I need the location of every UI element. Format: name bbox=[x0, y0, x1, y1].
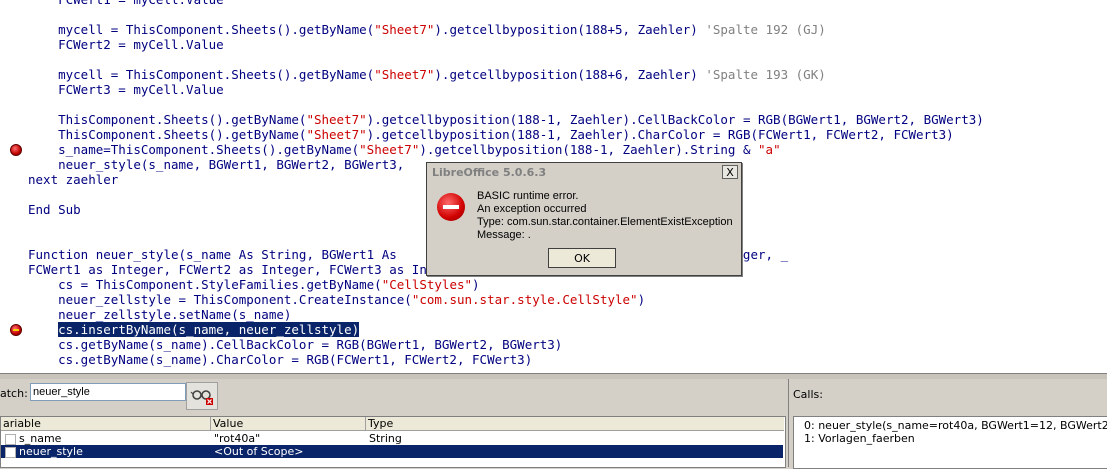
code-line-text: FCWert1 = myCell.Value bbox=[28, 0, 224, 7]
expand-box[interactable] bbox=[5, 434, 16, 445]
watch-variable-name: s_name bbox=[19, 432, 62, 445]
breakpoint-gutter[interactable] bbox=[0, 0, 28, 373]
code-line[interactable]: ThisComponent.Sheets().getByName("Sheet7… bbox=[28, 127, 954, 142]
remove-watch-button[interactable] bbox=[186, 382, 218, 410]
dialog-titlebar[interactable]: LibreOffice 5.0.6.3 X bbox=[427, 163, 741, 181]
watch-pane: atch: neuer_style ariable Value Type s_n… bbox=[0, 379, 786, 468]
code-line-text: mycell = ThisComponent.Sheets().getByNam… bbox=[28, 22, 826, 37]
watch-variable-type: String bbox=[369, 432, 402, 445]
code-line[interactable]: cs = ThisComponent.StyleFamilies.getByNa… bbox=[28, 277, 480, 292]
code-line-text: cs.insertByName(s_name, neuer_zellstyle) bbox=[58, 322, 360, 337]
column-header-value[interactable]: Value bbox=[211, 417, 366, 431]
watch-table[interactable]: ariable Value Type s_name "rot40a" Strin… bbox=[0, 416, 786, 468]
dialog-message-line: BASIC runtime error. bbox=[477, 190, 579, 202]
code-line[interactable]: neuer_zellstyle = ThisComponent.CreateIn… bbox=[28, 292, 645, 307]
close-button[interactable]: X bbox=[722, 165, 738, 179]
call-stack-list[interactable]: 0: neuer_style(s_name=rot40a, BGWert1=12… bbox=[793, 416, 1107, 469]
column-header-type[interactable]: Type bbox=[366, 417, 784, 431]
code-line[interactable]: mycell = ThisComponent.Sheets().getByNam… bbox=[28, 22, 826, 37]
code-line[interactable]: cs.getByName(s_name).CharColor = RGB(FCW… bbox=[28, 352, 532, 367]
error-icon bbox=[437, 193, 465, 221]
breakpoint-icon[interactable] bbox=[10, 324, 22, 336]
dialog-message-line: Type: com.sun.star.container.ElementExis… bbox=[477, 216, 733, 228]
code-line[interactable]: cs.getByName(s_name).CellBackColor = RGB… bbox=[28, 337, 562, 352]
dialog-message-line: An exception occurred bbox=[477, 203, 587, 215]
code-line-text: ThisComponent.Sheets().getByName("Sheet7… bbox=[28, 127, 954, 142]
code-line[interactable]: cs.insertByName(s_name, neuer_zellstyle) bbox=[28, 322, 360, 337]
code-line[interactable]: End Sub bbox=[28, 202, 81, 217]
code-line-text: End Sub bbox=[28, 202, 81, 217]
code-line-text: cs = ThisComponent.StyleFamilies.getByNa… bbox=[28, 277, 480, 292]
code-line[interactable]: ThisComponent.Sheets().getByName("Sheet7… bbox=[28, 112, 984, 127]
code-line-text: neuer_zellstyle.setName(s_name) bbox=[28, 307, 292, 322]
breakpoint-icon[interactable] bbox=[10, 144, 22, 156]
code-line-text: FCWert2 = myCell.Value bbox=[28, 37, 224, 52]
code-line[interactable]: next zaehler bbox=[28, 172, 118, 187]
watch-variable-value: <Out of Scope> bbox=[214, 445, 304, 458]
expand-box[interactable] bbox=[5, 447, 16, 458]
watch-variable-value: "rot40a" bbox=[214, 432, 261, 445]
code-line-text: s_name=ThisComponent.Sheets().getByName(… bbox=[28, 142, 781, 157]
dialog-title: LibreOffice 5.0.6.3 bbox=[432, 166, 547, 179]
code-line[interactable]: FCWert2 = myCell.Value bbox=[28, 37, 224, 52]
code-line[interactable]: FCWert1 as Integer, FCWert2 as Integer, … bbox=[28, 262, 472, 277]
code-line-text: neuer_style(s_name, BGWert1, BGWert2, BG… bbox=[28, 157, 405, 172]
code-line[interactable]: mycell = ThisComponent.Sheets().getByNam… bbox=[28, 67, 826, 82]
glasses-icon bbox=[190, 390, 213, 405]
code-line-text: ThisComponent.Sheets().getByName("Sheet7… bbox=[28, 112, 984, 127]
ok-button[interactable]: OK bbox=[548, 248, 616, 268]
code-line-text: neuer_zellstyle = ThisComponent.CreateIn… bbox=[28, 292, 646, 307]
code-line-text: next zaehler bbox=[28, 172, 119, 187]
column-header-variable[interactable]: ariable bbox=[1, 417, 211, 431]
call-stack-item[interactable]: 1: Vorlagen_faerben bbox=[804, 432, 915, 445]
code-line[interactable]: s_name=ThisComponent.Sheets().getByName(… bbox=[28, 142, 781, 157]
call-stack-item[interactable]: 0: neuer_style(s_name=rot40a, BGWert1=12… bbox=[804, 419, 1107, 432]
code-line-text: FCWert1 as Integer, FCWert2 as Integer, … bbox=[28, 262, 473, 277]
watch-label: atch: bbox=[0, 387, 28, 400]
watch-row[interactable]: s_name "rot40a" String bbox=[1, 432, 783, 445]
watch-input[interactable]: neuer_style bbox=[30, 383, 186, 401]
code-line[interactable]: neuer_style(s_name, BGWert1, BGWert2, BG… bbox=[28, 157, 404, 172]
calls-label: Calls: bbox=[793, 388, 823, 401]
code-line[interactable]: FCWert3 = myCell.Value bbox=[28, 82, 224, 97]
code-line[interactable]: FCWert1 = myCell.Value bbox=[28, 0, 224, 7]
code-line[interactable]: neuer_zellstyle.setName(s_name) bbox=[28, 307, 291, 322]
code-line-text: cs.getByName(s_name).CellBackColor = RGB… bbox=[28, 337, 563, 352]
code-line-text: cs.getByName(s_name).CharColor = RGB(FCW… bbox=[28, 352, 533, 367]
watch-row[interactable]: neuer_style <Out of Scope> bbox=[1, 445, 783, 458]
watch-variable-name: neuer_style bbox=[19, 445, 83, 458]
code-line-text: FCWert3 = myCell.Value bbox=[28, 82, 224, 97]
calls-pane: Calls: 0: neuer_style(s_name=rot40a, BGW… bbox=[788, 379, 1107, 469]
error-dialog: LibreOffice 5.0.6.3 X BASIC runtime erro… bbox=[426, 162, 742, 276]
dialog-message-line: Message: . bbox=[477, 229, 531, 241]
code-line-text: mycell = ThisComponent.Sheets().getByNam… bbox=[28, 67, 826, 82]
